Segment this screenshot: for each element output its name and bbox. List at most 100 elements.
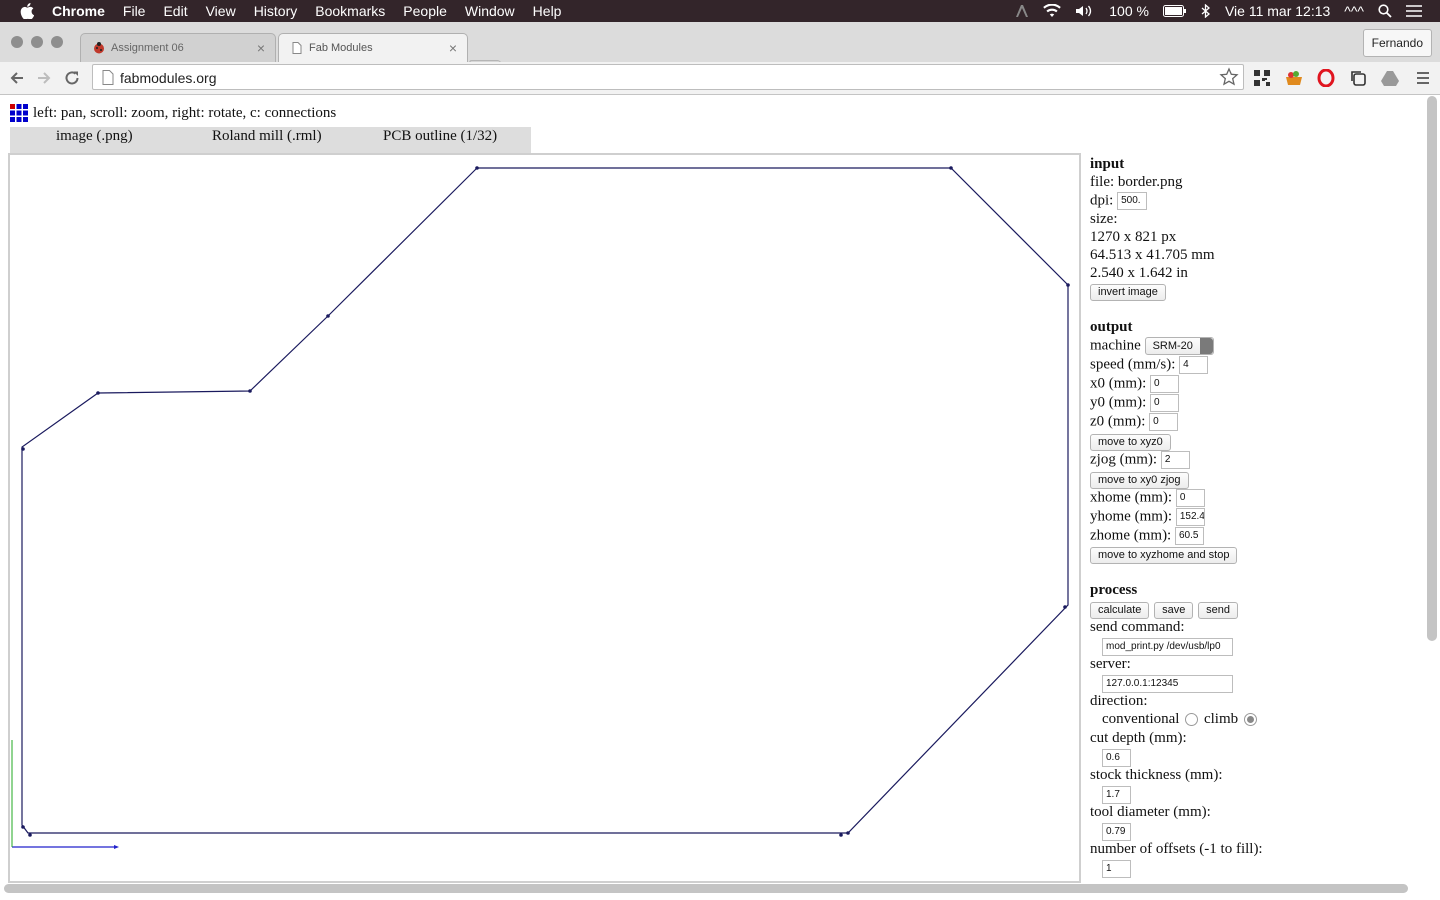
- server-input[interactable]: 127.0.0.1:12345: [1102, 675, 1233, 693]
- send-command-label: send command:: [1090, 619, 1185, 635]
- tool-diameter-input[interactable]: 0.79: [1102, 823, 1131, 841]
- conventional-radio[interactable]: [1185, 713, 1199, 727]
- menu-file[interactable]: File: [123, 3, 146, 19]
- zhome-row: zhome (mm): 60.5: [1090, 527, 1204, 545]
- machine-label: machine: [1090, 337, 1141, 354]
- move-xy0-row: move to xy0 zjog: [1090, 472, 1189, 490]
- speed-input[interactable]: 4: [1179, 356, 1209, 374]
- tab-close-icon[interactable]: ×: [449, 40, 457, 56]
- profile-button[interactable]: Fernando: [1362, 29, 1432, 57]
- z0-row: z0 (mm): 0: [1090, 413, 1179, 431]
- notification-center-icon[interactable]: [1406, 5, 1422, 17]
- bookmark-star-icon[interactable]: [1219, 67, 1239, 87]
- spotlight-search-icon[interactable]: [1378, 4, 1392, 18]
- send-button[interactable]: send: [1198, 602, 1239, 620]
- z0-input[interactable]: 0: [1149, 413, 1179, 431]
- menu-history[interactable]: History: [254, 3, 298, 19]
- page-info-icon[interactable]: [102, 70, 114, 85]
- ladybug-favicon-icon: [94, 42, 104, 54]
- reload-icon[interactable]: [63, 69, 81, 87]
- window-minimize-button[interactable]: [31, 36, 43, 48]
- xhome-row: xhome (mm): 0: [1090, 489, 1205, 507]
- fruit-basket-extension-icon[interactable]: [1285, 69, 1303, 87]
- bluetooth-icon[interactable]: [1201, 4, 1211, 18]
- menu-app-chrome[interactable]: Chrome: [52, 3, 105, 19]
- horizontal-scrollbar[interactable]: [4, 884, 1408, 893]
- stock-thickness-input[interactable]: 1.7: [1102, 786, 1131, 804]
- calculate-button[interactable]: calculate: [1090, 602, 1150, 620]
- address-bar[interactable]: fabmodules.org: [92, 64, 1244, 90]
- input-file-label: file: border.png: [1090, 174, 1183, 190]
- toolpath-vertices: [21, 166, 1070, 837]
- adobe-icon[interactable]: [1015, 4, 1029, 18]
- offsets-input[interactable]: 1: [1102, 860, 1131, 878]
- tab-close-icon[interactable]: ×: [257, 40, 265, 56]
- tool-diameter-row: 0.79: [1102, 823, 1131, 841]
- output-section-header: output: [1090, 319, 1133, 335]
- chrome-menu-icon[interactable]: [1414, 69, 1432, 87]
- battery-icon[interactable]: [1162, 5, 1187, 17]
- pcb-outline-toolpath: [21, 167, 1069, 834]
- qr-code-extension-icon[interactable]: [1253, 69, 1271, 87]
- clock[interactable]: Vie 11 mar 12:13: [1225, 3, 1330, 19]
- y0-label: y0 (mm):: [1090, 394, 1147, 411]
- vertical-scrollbar[interactable]: [1427, 96, 1437, 641]
- offsets-label: number of offsets (-1 to fill):: [1090, 841, 1263, 857]
- copy-windows-extension-icon[interactable]: [1349, 69, 1367, 87]
- xhome-input[interactable]: 0: [1175, 489, 1205, 507]
- climb-radio[interactable]: [1243, 713, 1257, 727]
- menu-window[interactable]: Window: [465, 3, 515, 19]
- tab-image-png[interactable]: image (.png): [56, 128, 133, 145]
- z0-label: z0 (mm):: [1090, 413, 1146, 430]
- wifi-icon[interactable]: [1043, 4, 1062, 18]
- move-to-xyzhome-button[interactable]: move to xyzhome and stop: [1090, 547, 1238, 565]
- toolpath-svg[interactable]: [10, 155, 1079, 881]
- tab-fab-modules[interactable]: Fab Modules ×: [278, 33, 468, 62]
- window-zoom-button[interactable]: [51, 36, 63, 48]
- move-to-xy0-zjog-button[interactable]: move to xy0 zjog: [1090, 472, 1189, 490]
- url-text[interactable]: fabmodules.org: [120, 70, 217, 86]
- move-xyz0-row: move to xyz0: [1090, 434, 1171, 452]
- browser-tab-strip: Assignment 06 × Fab Modules × Fernando: [0, 22, 1440, 80]
- x-axis-arrow: [114, 845, 119, 849]
- x0-input[interactable]: 0: [1150, 375, 1179, 393]
- cut-depth-input[interactable]: 0.6: [1102, 749, 1131, 767]
- back-arrow-icon[interactable]: [8, 69, 26, 87]
- menu-help[interactable]: Help: [533, 3, 562, 19]
- menubar-status-area: 100 % Vie 11 mar 12:13 ^^^: [1015, 0, 1440, 22]
- menu-bookmarks[interactable]: Bookmarks: [315, 3, 385, 19]
- yhome-input[interactable]: 152.4: [1175, 508, 1205, 526]
- tab-assignment-06[interactable]: Assignment 06 ×: [80, 33, 276, 62]
- machine-select[interactable]: SRM-20: [1144, 337, 1214, 355]
- save-button[interactable]: save: [1154, 602, 1194, 620]
- tab-pcb-outline[interactable]: PCB outline (1/32): [383, 128, 497, 145]
- window-close-button[interactable]: [11, 36, 23, 48]
- server-label: server:: [1090, 656, 1131, 672]
- menubar-extra-glyphs[interactable]: ^^^: [1344, 3, 1364, 19]
- opera-extension-icon[interactable]: [1317, 69, 1335, 87]
- y0-input[interactable]: 0: [1150, 394, 1179, 412]
- move-to-xyz0-button[interactable]: move to xyz0: [1090, 434, 1171, 452]
- browser-toolbar: fabmodules.org: [0, 62, 1440, 95]
- process-section-header: process: [1090, 582, 1138, 598]
- zjog-input[interactable]: 2: [1160, 451, 1190, 469]
- zhome-input[interactable]: 60.5: [1174, 527, 1204, 545]
- menu-view[interactable]: View: [206, 3, 236, 19]
- menu-people[interactable]: People: [403, 3, 447, 19]
- size-mm-value: 64.513 x 41.705 mm: [1090, 247, 1215, 263]
- tab-roland-mill-rml[interactable]: Roland mill (.rml): [212, 128, 322, 145]
- volume-icon[interactable]: [1075, 4, 1095, 18]
- send-command-input[interactable]: mod_print.py /dev/usb/lp0: [1102, 638, 1233, 656]
- menu-edit[interactable]: Edit: [163, 3, 187, 19]
- apple-icon[interactable]: [20, 3, 34, 19]
- google-drive-extension-icon[interactable]: [1381, 69, 1399, 87]
- x0-label: x0 (mm):: [1090, 375, 1147, 392]
- toolpath-canvas[interactable]: [8, 153, 1081, 883]
- invert-image-button[interactable]: invert image: [1090, 284, 1166, 302]
- zjog-row: zjog (mm): 2: [1090, 451, 1190, 469]
- input-section-header: input: [1090, 156, 1125, 172]
- forward-arrow-icon[interactable]: [35, 69, 53, 87]
- dpi-input[interactable]: 500.: [1117, 192, 1148, 210]
- invert-row: invert image: [1090, 284, 1166, 302]
- fab-modules-grid-icon[interactable]: [10, 104, 28, 122]
